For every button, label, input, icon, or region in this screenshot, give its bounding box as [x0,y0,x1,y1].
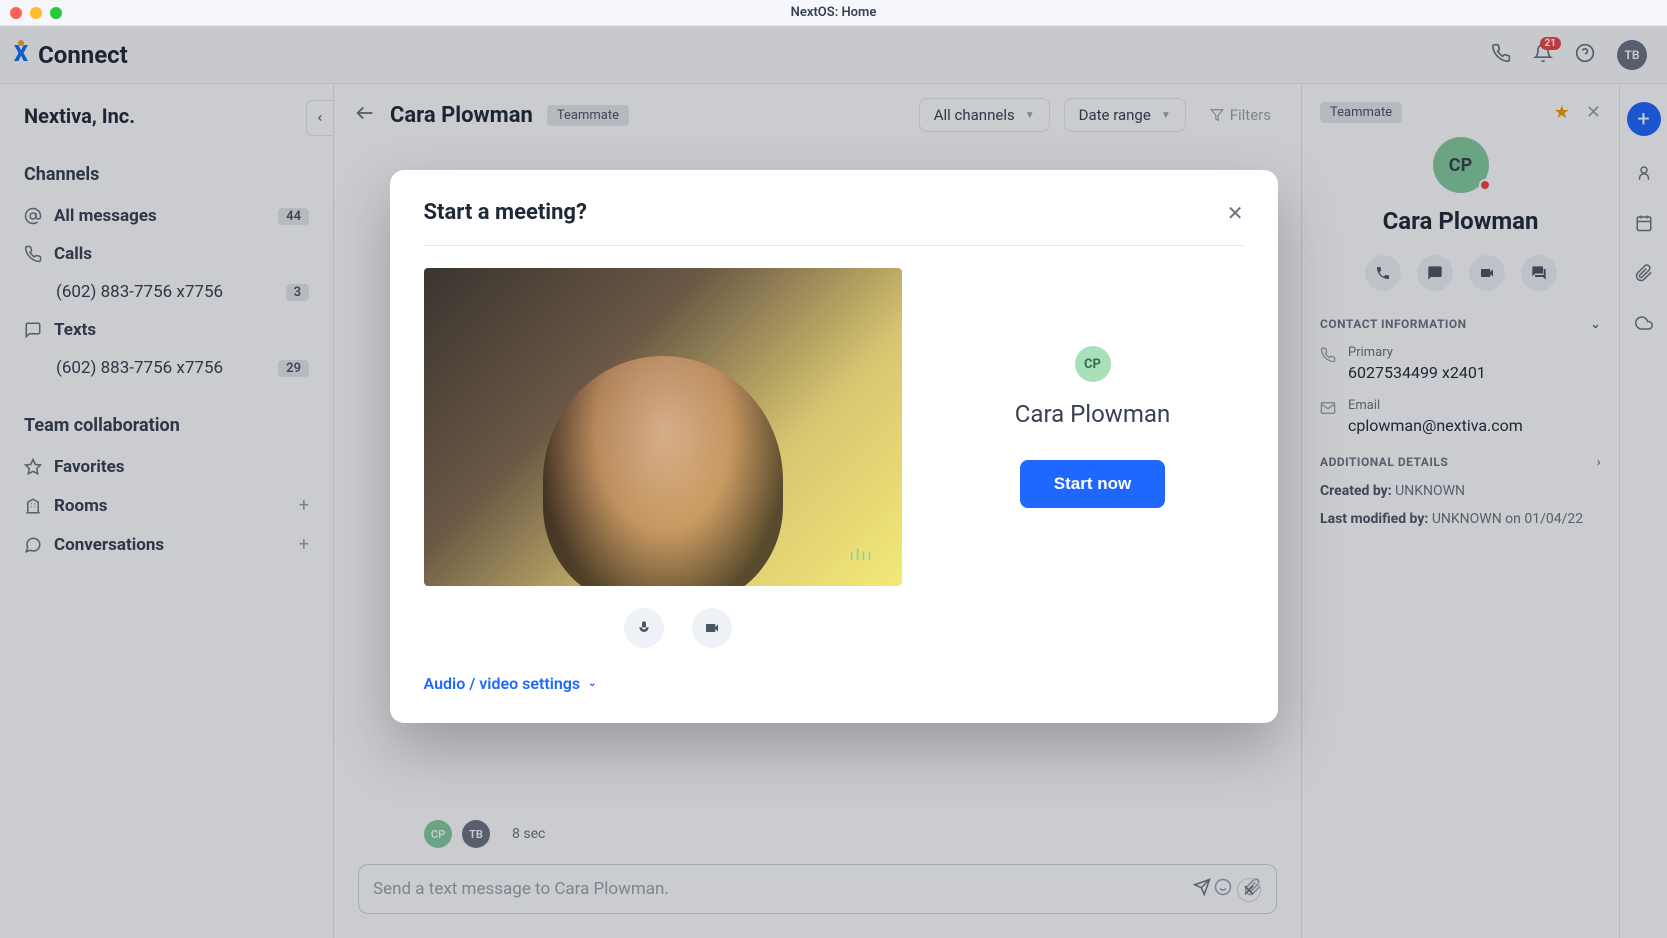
av-settings-link[interactable]: Audio / video settings ⌄ [424,674,1244,693]
video-preview: ılıı [424,268,902,586]
sound-indicator-icon: ılıı [850,545,874,564]
mic-toggle[interactable] [624,608,664,648]
chevron-down-icon: ⌄ [588,678,596,689]
close-icon[interactable]: ✕ [1227,201,1244,225]
media-toggles [624,608,1244,648]
av-settings-label: Audio / video settings [424,674,581,693]
window-titlebar: NextOS: Home [0,0,1667,26]
window-title: NextOS: Home [791,5,877,20]
participant-name: Cara Plowman [1015,400,1170,428]
minimize-window[interactable] [30,7,42,19]
camera-toggle[interactable] [692,608,732,648]
start-meeting-modal: Start a meeting? ✕ ılıı CP Cara Plowman … [390,170,1278,723]
modal-overlay[interactable]: Start a meeting? ✕ ılıı CP Cara Plowman … [0,26,1667,938]
traffic-lights [10,7,62,19]
start-now-button[interactable]: Start now [1020,460,1165,508]
participant-avatar: CP [1075,346,1111,382]
close-window[interactable] [10,7,22,19]
modal-title: Start a meeting? [424,200,587,225]
maximize-window[interactable] [50,7,62,19]
